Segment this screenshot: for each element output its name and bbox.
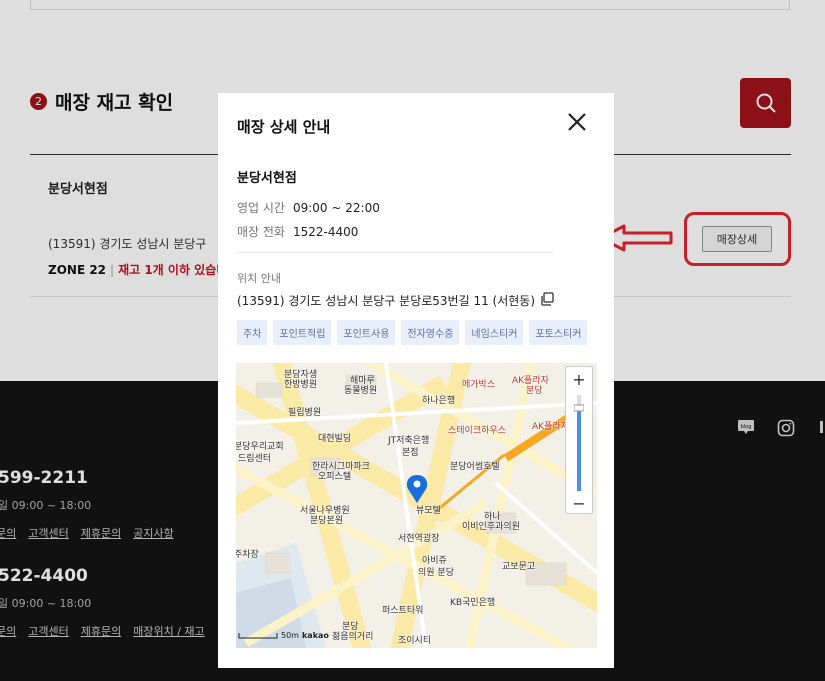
- map-label: KB국민은행: [450, 598, 496, 608]
- map-label: 주차장: [236, 550, 259, 560]
- map-label: 한방병원: [284, 380, 318, 390]
- map-label: 뷰모텔: [416, 506, 441, 516]
- store-detail-modal: 매장 상세 안내 분당서현점 영업 시간 09:00 ~ 22:00 매장 전화 1…: [218, 93, 614, 668]
- location-label: 위치 안내: [237, 272, 281, 285]
- zoom-in-button[interactable]: +: [566, 368, 592, 390]
- close-button[interactable]: [566, 111, 588, 133]
- map-zoom-control: + −: [565, 366, 593, 514]
- phone-row: 매장 전화 1522-4400: [237, 223, 358, 240]
- map-label: 이비인후과의원: [462, 522, 520, 532]
- map-label: 드림센터: [238, 454, 272, 464]
- map-label: 스테이크하우스: [448, 426, 506, 436]
- hours-label: 영업 시간: [237, 201, 285, 215]
- map-label: 하나은행: [422, 396, 456, 406]
- map-label: 의원 분당: [418, 568, 454, 578]
- hours-value: 09:00 ~ 22:00: [292, 201, 380, 215]
- scale-label: 50m: [281, 631, 299, 640]
- map-label: 분당: [526, 386, 543, 396]
- hours-row: 영업 시간 09:00 ~ 22:00: [237, 199, 380, 216]
- map-label: 동물병원: [344, 386, 378, 396]
- map-label: 본점: [402, 448, 419, 458]
- map-label: 필립병원: [288, 408, 322, 418]
- map-label: 교보문고: [502, 562, 536, 572]
- modal-address: (13591) 경기도 성남시 분당구 분당로53번길 11 (서현동): [237, 292, 554, 309]
- service-tag: 포인트적립: [273, 320, 332, 345]
- close-icon: [568, 113, 586, 131]
- service-tag: 네임스티커: [465, 320, 524, 345]
- store-map[interactable]: 분당자생 한방병원 해마루 동물병원 메가박스 AK플라자 분당 하나은행 필립…: [236, 363, 597, 648]
- map-label: 오피스텔: [318, 472, 352, 482]
- map-label: 서현역광장: [398, 534, 440, 544]
- map-label: 조이시티: [398, 636, 432, 646]
- map-brand: kakao: [301, 631, 329, 640]
- zoom-slider[interactable]: [574, 395, 584, 491]
- map-label: 메가박스: [462, 380, 496, 390]
- phone-value: 1522-4400: [292, 225, 359, 239]
- service-tag: 전자영수증: [401, 320, 460, 345]
- modal-divider: [237, 252, 553, 253]
- zoom-out-button[interactable]: −: [566, 492, 592, 514]
- service-tag: 포인트사용: [337, 320, 396, 345]
- modal-store-name: 분당서현점: [237, 171, 297, 186]
- modal-title: 매장 상세 안내: [237, 118, 331, 136]
- map-label: 젊음의거리: [332, 632, 374, 642]
- address-text: (13591) 경기도 성남시 분당구 분당로53번길 11 (서현동): [237, 294, 536, 308]
- map-scale: 50m kakao: [238, 631, 329, 640]
- service-tags: 주차 포인트적립 포인트사용 전자영수증 네임스티커 포토스티커: [237, 320, 588, 345]
- map-label: AK플라자: [532, 422, 569, 432]
- phone-label: 매장 전화: [237, 225, 285, 239]
- map-label: 분당어썸호텔: [450, 462, 500, 472]
- service-tag: 주차: [237, 320, 268, 345]
- copy-address-button[interactable]: [540, 292, 554, 309]
- map-label: 분당본원: [310, 516, 344, 526]
- map-label: 대현빌딩: [318, 434, 352, 444]
- copy-icon: [541, 292, 554, 306]
- map-label: 퍼스트타워: [382, 606, 424, 616]
- service-tag: 포토스티커: [529, 320, 588, 345]
